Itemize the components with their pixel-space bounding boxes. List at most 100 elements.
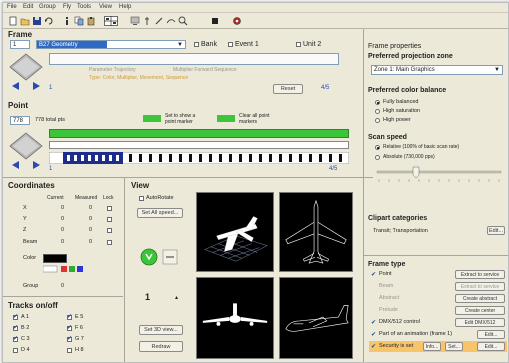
point-marker-strip[interactable]	[49, 152, 349, 164]
unit2-checkbox[interactable]	[296, 42, 301, 47]
menu-group[interactable]: Group	[39, 4, 56, 10]
check-icon: ✔	[13, 314, 19, 320]
coord-row-current[interactable]: 0	[61, 227, 64, 233]
tool-icon[interactable]	[141, 15, 151, 25]
pen-icon[interactable]	[153, 15, 163, 25]
coord-row-current[interactable]: 0	[61, 216, 64, 222]
menu-edit[interactable]: Edit	[23, 4, 33, 10]
menu-help[interactable]: Help	[119, 4, 131, 10]
frame-type-button[interactable]: Create abstract	[455, 294, 505, 303]
scan-speed-slider[interactable]	[375, 165, 503, 187]
scan-speed-radio[interactable]	[375, 145, 380, 150]
frame-type-label: Part of an animation (frame 1)	[379, 331, 453, 337]
set-all-speed-button[interactable]: Set All speed...	[137, 208, 183, 218]
frame-nav-diamond-icon[interactable]	[9, 53, 43, 93]
menu-file[interactable]: File	[7, 4, 17, 10]
group-value[interactable]: 0	[61, 283, 64, 289]
frame-type-label: Point	[379, 271, 392, 277]
color-balance-radio[interactable]	[375, 100, 380, 105]
speed-step-icon[interactable]: ▴	[175, 294, 178, 301]
point-green-track[interactable]	[49, 129, 349, 138]
point-empty-track[interactable]	[49, 141, 349, 149]
coord-header-measured: Measured	[75, 195, 98, 201]
frame-type-button[interactable]: Edit...	[477, 342, 505, 351]
menu-tools[interactable]: Tools	[77, 4, 91, 10]
toolbar	[3, 13, 508, 29]
undo-icon[interactable]	[43, 15, 53, 25]
frame-counter-left: 1	[49, 85, 53, 91]
frame-type-button[interactable]: Extract to service	[455, 270, 505, 279]
track-label: B 2	[21, 325, 30, 331]
frame-type-button[interactable]: Edit...	[477, 330, 505, 339]
save-icon[interactable]	[31, 15, 41, 25]
frame-type-button[interactable]: Create center	[455, 306, 505, 315]
point-number-field[interactable]: 778	[10, 116, 30, 125]
plugin-icon[interactable]	[209, 15, 219, 25]
color-channels-icon[interactable]	[43, 265, 103, 275]
coord-row-measured[interactable]: 0	[89, 216, 92, 222]
frame-number-field[interactable]: 1	[10, 40, 30, 49]
projection-zone-value: Zone 1: Main Graphics	[374, 67, 435, 73]
autorotate-checkbox[interactable]	[139, 196, 144, 201]
track-checkbox[interactable]	[67, 348, 72, 353]
zoom-icon[interactable]	[177, 15, 188, 26]
coord-row-measured[interactable]: 0	[89, 227, 92, 233]
clipart-title: Clipart categories	[368, 215, 428, 222]
menu-view[interactable]: View	[99, 4, 112, 10]
frame-type-label: Security is set	[379, 343, 414, 349]
frame-type-button[interactable]: Edit DMX/512	[455, 318, 505, 327]
projection-zone-select[interactable]: Zone 1: Main Graphics ▼	[371, 65, 503, 75]
top-viewport[interactable]	[279, 192, 353, 272]
frame-type-button[interactable]: Extract to service	[455, 282, 505, 291]
front-viewport[interactable]	[196, 277, 274, 359]
frame-type-label: DMX/512 control	[379, 319, 420, 325]
speed-value[interactable]: 1	[145, 292, 150, 302]
coord-row-current[interactable]: 0	[61, 239, 64, 245]
set-3d-view-button[interactable]: Set 3D view...	[139, 325, 183, 335]
paste-icon[interactable]	[85, 15, 95, 26]
coord-row-current[interactable]: 0	[61, 205, 64, 211]
display-icon[interactable]	[129, 15, 140, 25]
coord-row-lock[interactable]	[107, 217, 112, 222]
set-button[interactable]: Set...	[445, 342, 463, 351]
coord-row-measured[interactable]: 0	[89, 205, 92, 211]
redraw-button[interactable]: Redraw	[139, 341, 183, 352]
info-button[interactable]: Info...	[423, 342, 441, 351]
track-label: H 8	[75, 347, 84, 353]
color-balance-radio[interactable]	[375, 109, 380, 114]
coord-row-lock[interactable]	[107, 206, 112, 211]
divider	[364, 255, 508, 256]
track-label: G 7	[75, 336, 84, 342]
track-checkbox[interactable]	[13, 348, 18, 353]
view-controls-icon[interactable]	[139, 243, 181, 269]
copy-icon[interactable]	[73, 15, 84, 26]
point-subtitle: 778 total pts	[35, 117, 65, 123]
open-icon[interactable]	[19, 15, 30, 26]
clear-marker-swatch[interactable]	[217, 115, 235, 122]
frame-reset-button[interactable]: Reset	[273, 84, 303, 94]
color-swatch[interactable]	[43, 254, 67, 263]
tracks-title: Tracks on/off	[8, 301, 58, 310]
frame-track-bar[interactable]	[49, 53, 339, 65]
event1-checkbox[interactable]	[228, 42, 233, 47]
coord-row-lock[interactable]	[107, 228, 112, 233]
menu-fly[interactable]: Fly	[63, 4, 71, 10]
color-balance-radio[interactable]	[375, 118, 380, 123]
new-icon[interactable]	[7, 15, 17, 26]
scan-speed-radio[interactable]	[375, 155, 380, 160]
set-marker-swatch[interactable]	[143, 115, 161, 122]
line-icon[interactable]	[165, 15, 176, 25]
frame-name-select[interactable]: B27 Geometry ▼	[36, 40, 186, 49]
grid-icon[interactable]	[103, 15, 118, 26]
clipart-edit-button[interactable]: Edit...	[487, 226, 505, 235]
set-marker-label: Set to show a point marker	[165, 113, 196, 125]
perspective-viewport[interactable]	[196, 192, 274, 272]
bank-checkbox[interactable]	[194, 42, 199, 47]
point-nav-diamond-icon[interactable]	[9, 132, 43, 172]
side-viewport[interactable]	[279, 277, 353, 359]
info-icon[interactable]	[61, 15, 71, 25]
settings-icon[interactable]	[231, 15, 241, 25]
coord-row-lock[interactable]	[107, 240, 112, 245]
menu-bar: File Edit Group Fly Tools View Help	[3, 3, 508, 13]
coord-row-measured[interactable]: 0	[89, 239, 92, 245]
